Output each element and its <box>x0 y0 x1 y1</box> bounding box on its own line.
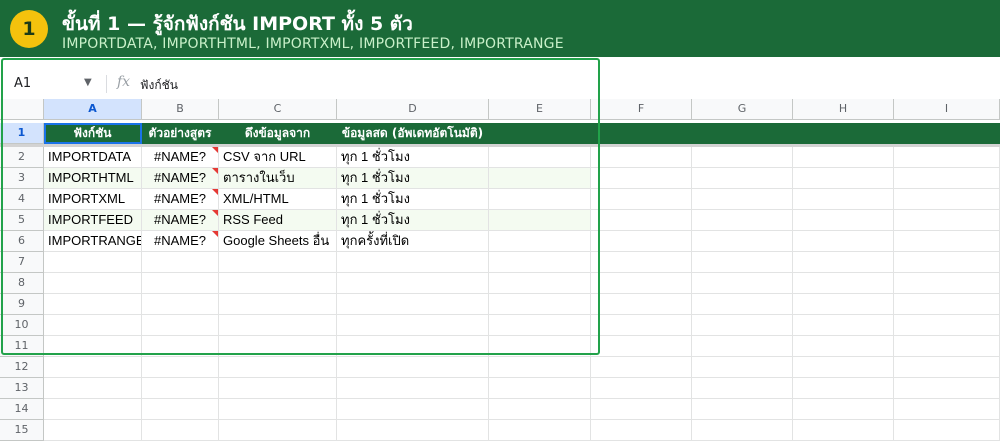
cell-e15[interactable] <box>489 420 591 441</box>
cell-f4[interactable] <box>591 189 692 210</box>
cell-i13[interactable] <box>894 378 1000 399</box>
cell-i10[interactable] <box>894 315 1000 336</box>
cell-h6[interactable] <box>793 231 894 252</box>
cell-i6[interactable] <box>894 231 1000 252</box>
cell-f5[interactable] <box>591 210 692 231</box>
cell-c12[interactable] <box>219 357 337 378</box>
row-header-15[interactable]: 15 <box>0 420 44 441</box>
cell-f9[interactable] <box>591 294 692 315</box>
cell-h15[interactable] <box>793 420 894 441</box>
cell-i2[interactable] <box>894 147 1000 168</box>
cell-g11[interactable] <box>692 336 793 357</box>
cell-i12[interactable] <box>894 357 1000 378</box>
cell-g2[interactable] <box>692 147 793 168</box>
cell-a13[interactable] <box>44 378 142 399</box>
cell-g5[interactable] <box>692 210 793 231</box>
cell-f6[interactable] <box>591 231 692 252</box>
cell-h5[interactable] <box>793 210 894 231</box>
cell-h14[interactable] <box>793 399 894 420</box>
cell-h7[interactable] <box>793 252 894 273</box>
banner-subtitle: IMPORTDATA, IMPORTHTML, IMPORTXML, IMPOR… <box>62 36 564 52</box>
cell-h2[interactable] <box>793 147 894 168</box>
cell-f11[interactable] <box>591 336 692 357</box>
cell-b14[interactable] <box>142 399 219 420</box>
cell-g13[interactable] <box>692 378 793 399</box>
cell-d13[interactable] <box>337 378 489 399</box>
cell-a15[interactable] <box>44 420 142 441</box>
column-header-i[interactable]: I <box>894 99 1000 120</box>
cell-f15[interactable] <box>591 420 692 441</box>
tutorial-highlight-box <box>1 58 600 355</box>
cell-g10[interactable] <box>692 315 793 336</box>
cell-g8[interactable] <box>692 273 793 294</box>
banner-title: ขั้นที่ 1 — รู้จักฟังก์ชัน IMPORT ทั้ง 5… <box>62 13 413 35</box>
cell-b13[interactable] <box>142 378 219 399</box>
cell-d12[interactable] <box>337 357 489 378</box>
cell-b12[interactable] <box>142 357 219 378</box>
cell-f2[interactable] <box>591 147 692 168</box>
cell-f3[interactable] <box>591 168 692 189</box>
cell-i8[interactable] <box>894 273 1000 294</box>
cell-d15[interactable] <box>337 420 489 441</box>
row-header-14[interactable]: 14 <box>0 399 44 420</box>
cell-c13[interactable] <box>219 378 337 399</box>
cell-f12[interactable] <box>591 357 692 378</box>
cell-e13[interactable] <box>489 378 591 399</box>
cell-g15[interactable] <box>692 420 793 441</box>
cell-g12[interactable] <box>692 357 793 378</box>
cell-a14[interactable] <box>44 399 142 420</box>
cell-e12[interactable] <box>489 357 591 378</box>
cell-i9[interactable] <box>894 294 1000 315</box>
cell-i4[interactable] <box>894 189 1000 210</box>
cell-h9[interactable] <box>793 294 894 315</box>
cell-c14[interactable] <box>219 399 337 420</box>
cell-i15[interactable] <box>894 420 1000 441</box>
cell-f10[interactable] <box>591 315 692 336</box>
cell-h12[interactable] <box>793 357 894 378</box>
row-header-13[interactable]: 13 <box>0 378 44 399</box>
cell-c15[interactable] <box>219 420 337 441</box>
cell-e14[interactable] <box>489 399 591 420</box>
cell-g7[interactable] <box>692 252 793 273</box>
column-header-g[interactable]: G <box>692 99 793 120</box>
cell-i3[interactable] <box>894 168 1000 189</box>
cell-i14[interactable] <box>894 399 1000 420</box>
cell-g14[interactable] <box>692 399 793 420</box>
cell-h4[interactable] <box>793 189 894 210</box>
row-header-12[interactable]: 12 <box>0 357 44 378</box>
cell-a12[interactable] <box>44 357 142 378</box>
cell-b15[interactable] <box>142 420 219 441</box>
cell-h8[interactable] <box>793 273 894 294</box>
cell-h3[interactable] <box>793 168 894 189</box>
cell-i11[interactable] <box>894 336 1000 357</box>
tutorial-banner: 1 ขั้นที่ 1 — รู้จักฟังก์ชัน IMPORT ทั้ง… <box>0 0 1000 57</box>
cell-h13[interactable] <box>793 378 894 399</box>
cell-h10[interactable] <box>793 315 894 336</box>
cell-f7[interactable] <box>591 252 692 273</box>
column-header-f[interactable]: F <box>591 99 692 120</box>
cell-g9[interactable] <box>692 294 793 315</box>
cell-f13[interactable] <box>591 378 692 399</box>
column-header-h[interactable]: H <box>793 99 894 120</box>
cell-f8[interactable] <box>591 273 692 294</box>
cell-i5[interactable] <box>894 210 1000 231</box>
cell-d14[interactable] <box>337 399 489 420</box>
step-badge: 1 <box>10 10 48 48</box>
cell-g4[interactable] <box>692 189 793 210</box>
cell-f14[interactable] <box>591 399 692 420</box>
cell-g3[interactable] <box>692 168 793 189</box>
cell-i7[interactable] <box>894 252 1000 273</box>
cell-g6[interactable] <box>692 231 793 252</box>
cell-h11[interactable] <box>793 336 894 357</box>
